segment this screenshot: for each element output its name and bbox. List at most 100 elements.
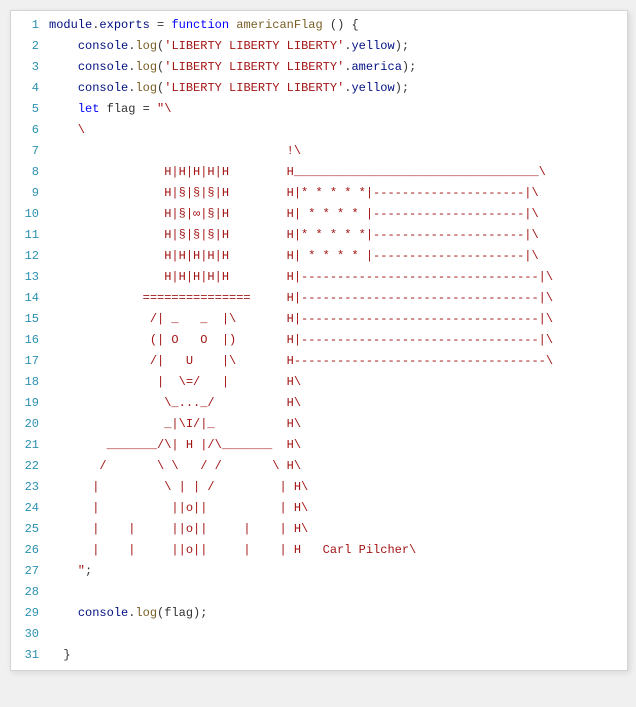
token-punc: }: [49, 648, 71, 662]
token-str: 'LIBERTY LIBERTY LIBERTY': [164, 60, 344, 74]
line-number: 11: [11, 225, 49, 246]
code-line: 29 console.log(flag);: [11, 603, 627, 624]
token-punc: [49, 81, 78, 95]
token-str: H|H|H|H|H H| * * * * |------------------…: [49, 249, 539, 263]
line-number: 16: [11, 330, 49, 351]
line-number: 8: [11, 162, 49, 183]
code-line: 11 H|§|§|§|H H|* * * * *|---------------…: [11, 225, 627, 246]
code-line: 14 =============== H|-------------------…: [11, 288, 627, 309]
code-content: =============== H|----------------------…: [49, 288, 627, 309]
line-number: 19: [11, 393, 49, 414]
line-number: 31: [11, 645, 49, 666]
token-prop: module: [49, 18, 92, 32]
code-line: 7 !\: [11, 141, 627, 162]
code-line: 21 _______/\| H |/\_______ H\: [11, 435, 627, 456]
token-str: | \=/ | H\: [49, 375, 301, 389]
code-line: 19 \_..._/ H\: [11, 393, 627, 414]
code-content: H|§|§|§|H H|* * * * *|------------------…: [49, 225, 627, 246]
line-number: 24: [11, 498, 49, 519]
line-number: 9: [11, 183, 49, 204]
token-punc: [49, 39, 78, 53]
token-str: =============== H|----------------------…: [49, 291, 553, 305]
code-content: console.log(flag);: [49, 603, 627, 624]
token-str: H|§|∞|§|H H| * * * * |------------------…: [49, 207, 539, 221]
code-content: \: [49, 120, 627, 141]
token-prop: console: [78, 60, 128, 74]
token-punc: flag =: [99, 102, 157, 116]
line-number: 2: [11, 36, 49, 57]
code-content: | | ||o|| | | H\: [49, 519, 627, 540]
token-punc: [49, 60, 78, 74]
code-content: _______/\| H |/\_______ H\: [49, 435, 627, 456]
code-line: 9 H|§|§|§|H H|* * * * *|----------------…: [11, 183, 627, 204]
token-fn: log: [135, 606, 157, 620]
line-number: 5: [11, 99, 49, 120]
code-content: ";: [49, 561, 627, 582]
line-number: 6: [11, 120, 49, 141]
code-line: 30: [11, 624, 627, 645]
token-kw: function: [171, 18, 229, 32]
line-number: 14: [11, 288, 49, 309]
token-punc: (flag);: [157, 606, 207, 620]
code-line: 23 | \ | | / | H\: [11, 477, 627, 498]
code-line: 28: [11, 582, 627, 603]
line-number: 10: [11, 204, 49, 225]
token-prop: yellow: [351, 81, 394, 95]
code-content: }: [49, 645, 627, 666]
code-line: 18 | \=/ | H\: [11, 372, 627, 393]
token-punc: [49, 606, 78, 620]
token-punc: );: [395, 81, 409, 95]
line-number: 27: [11, 561, 49, 582]
line-number: 30: [11, 624, 49, 645]
token-fn: log: [135, 81, 157, 95]
line-number: 29: [11, 603, 49, 624]
code-line: 27 ";: [11, 561, 627, 582]
token-fn: log: [135, 39, 157, 53]
code-line: 15 /| _ _ |\ H|-------------------------…: [11, 309, 627, 330]
token-str: _______/\| H |/\_______ H\: [49, 438, 301, 452]
code-line: 4 console.log('LIBERTY LIBERTY LIBERTY'.…: [11, 78, 627, 99]
code-line: 1module.exports = function americanFlag …: [11, 15, 627, 36]
token-str: \: [49, 123, 85, 137]
code-content: H|H|H|H|H H_____________________________…: [49, 162, 627, 183]
code-line: 20 _|\I/|_ H\: [11, 414, 627, 435]
code-line: 5 let flag = "\: [11, 99, 627, 120]
token-punc: () {: [323, 18, 359, 32]
code-line: 31 }: [11, 645, 627, 666]
token-str: !\: [49, 144, 301, 158]
line-number: 25: [11, 519, 49, 540]
token-str: H|H|H|H|H H|----------------------------…: [49, 270, 553, 284]
line-number: 21: [11, 435, 49, 456]
code-content: !\: [49, 141, 627, 162]
token-str: _|\I/|_ H\: [49, 417, 301, 431]
line-number: 22: [11, 456, 49, 477]
code-content: H|H|H|H|H H| * * * * |------------------…: [49, 246, 627, 267]
token-str: \_..._/ H\: [49, 396, 301, 410]
token-kw: let: [78, 102, 100, 116]
code-line: 25 | | ||o|| | | H\: [11, 519, 627, 540]
token-str: | | ||o|| | | H\: [49, 522, 308, 536]
line-number: 26: [11, 540, 49, 561]
token-prop: console: [78, 39, 128, 53]
token-str: H|§|§|§|H H|* * * * *|------------------…: [49, 186, 539, 200]
line-number: 12: [11, 246, 49, 267]
code-content: / \ \ / / \ H\: [49, 456, 627, 477]
code-line: 16 (| O O |) H|-------------------------…: [11, 330, 627, 351]
token-punc: ;: [85, 564, 92, 578]
code-line: 22 / \ \ / / \ H\: [11, 456, 627, 477]
code-content: | \ | | / | H\: [49, 477, 627, 498]
code-line: 13 H|H|H|H|H H|-------------------------…: [11, 267, 627, 288]
token-str: /| U |\ H-------------------------------…: [49, 354, 553, 368]
token-prop: console: [78, 606, 128, 620]
line-number: 4: [11, 78, 49, 99]
token-str: | \ | | / | H\: [49, 480, 308, 494]
token-str: H|H|H|H|H H_____________________________…: [49, 165, 546, 179]
line-number: 1: [11, 15, 49, 36]
code-content: let flag = "\: [49, 99, 627, 120]
token-str: | ||o|| | H\: [49, 501, 308, 515]
code-content: module.exports = function americanFlag (…: [49, 15, 627, 36]
token-prop: exports: [99, 18, 149, 32]
line-number: 23: [11, 477, 49, 498]
token-str: / \ \ / / \ H\: [49, 459, 301, 473]
code-content: | | ||o|| | | H Carl Pilcher\: [49, 540, 627, 561]
